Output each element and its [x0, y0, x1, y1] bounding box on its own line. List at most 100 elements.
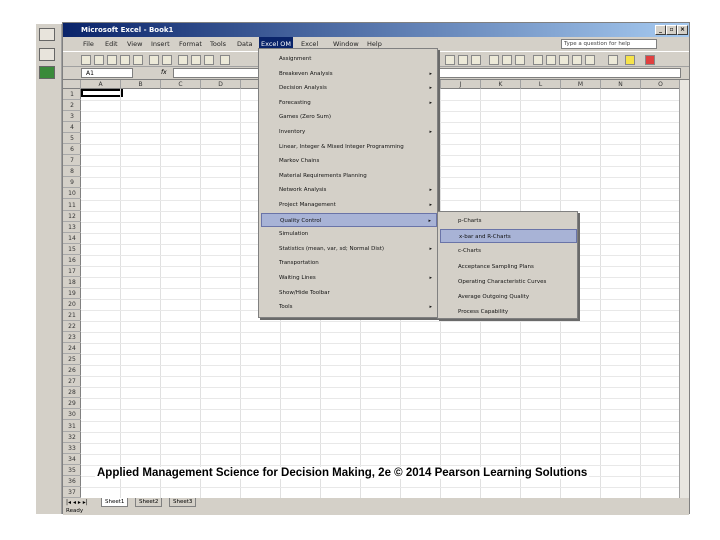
- column-header[interactable]: A: [81, 80, 121, 89]
- submenu-item[interactable]: Average Outgoing Quality: [440, 290, 577, 304]
- menu-view[interactable]: View: [125, 37, 144, 51]
- menu-format[interactable]: Format: [177, 37, 204, 51]
- row-header[interactable]: 10: [63, 188, 81, 200]
- align-center-icon[interactable]: [502, 55, 512, 65]
- row-header[interactable]: 11: [63, 200, 81, 211]
- row-header[interactable]: 6: [63, 144, 81, 156]
- row-header[interactable]: 15: [63, 244, 81, 255]
- increase-decimal-icon[interactable]: [572, 55, 582, 65]
- column-header[interactable]: L: [521, 80, 561, 89]
- close-button[interactable]: ×: [677, 25, 688, 35]
- menu-item[interactable]: Forecasting ▸: [261, 96, 437, 110]
- menu-item[interactable]: Project Management ▸: [261, 198, 437, 212]
- column-header[interactable]: B: [121, 80, 161, 89]
- row-header[interactable]: 34: [63, 454, 81, 465]
- underline-icon[interactable]: [471, 55, 481, 65]
- sheet-tab-3[interactable]: Sheet3: [169, 498, 197, 507]
- row-header[interactable]: 37: [63, 487, 81, 498]
- sheet-tab-2[interactable]: Sheet2: [135, 498, 163, 507]
- menu-item[interactable]: Games (Zero Sum): [261, 110, 437, 124]
- menu-item[interactable]: Transportation: [261, 256, 437, 270]
- vertical-scrollbar[interactable]: [679, 80, 689, 498]
- submenu-item[interactable]: Process Capability: [440, 305, 577, 319]
- row-header[interactable]: 25: [63, 354, 81, 366]
- row-header[interactable]: 31: [63, 421, 81, 432]
- row-header[interactable]: 26: [63, 365, 81, 377]
- menu-item[interactable]: Inventory ▸: [261, 125, 437, 139]
- menu-item[interactable]: Simulation: [261, 227, 437, 241]
- minimize-button[interactable]: _: [655, 25, 666, 35]
- help-search-input[interactable]: Type a question for help: [561, 39, 657, 49]
- row-header[interactable]: 18: [63, 277, 81, 288]
- menu-item[interactable]: Waiting Lines ▸: [261, 271, 437, 285]
- menu-data[interactable]: Data: [235, 37, 255, 51]
- align-left-icon[interactable]: [489, 55, 499, 65]
- menu-item[interactable]: Tools ▸: [261, 300, 437, 314]
- open-icon[interactable]: [94, 55, 104, 65]
- row-header[interactable]: 33: [63, 443, 81, 454]
- row-header[interactable]: 32: [63, 432, 81, 443]
- row-header[interactable]: 2: [63, 100, 81, 112]
- print-icon[interactable]: [120, 55, 130, 65]
- paste-icon[interactable]: [204, 55, 214, 65]
- submenu-item[interactable]: p-Charts: [440, 214, 577, 228]
- row-header[interactable]: 3: [63, 111, 81, 123]
- menu-item[interactable]: Breakeven Analysis ▸: [261, 67, 437, 81]
- column-header[interactable]: C: [161, 80, 201, 89]
- row-header[interactable]: 5: [63, 133, 81, 145]
- undo-icon[interactable]: [220, 55, 230, 65]
- submenu-item[interactable]: Operating Characteristic Curves: [440, 275, 577, 289]
- menu-item[interactable]: Network Analysis ▸: [261, 183, 437, 197]
- menu-item[interactable]: Statistics (mean, var, sd; Normal Dist) ▸: [261, 242, 437, 256]
- select-all-corner[interactable]: [63, 80, 81, 89]
- research-icon[interactable]: [162, 55, 172, 65]
- row-header[interactable]: 1: [63, 89, 81, 101]
- menu-item[interactable]: Material Requirements Planning: [261, 169, 437, 183]
- row-header[interactable]: 12: [63, 211, 81, 222]
- excel-om-icon[interactable]: [39, 66, 55, 79]
- toolbar-icon[interactable]: [39, 48, 55, 61]
- row-header[interactable]: 35: [63, 465, 81, 476]
- row-header[interactable]: 22: [63, 321, 81, 333]
- menu-item[interactable]: Show/Hide Toolbar: [261, 286, 437, 300]
- print-preview-icon[interactable]: [133, 55, 143, 65]
- fill-color-icon[interactable]: [625, 55, 635, 65]
- row-header[interactable]: 28: [63, 387, 81, 399]
- row-header[interactable]: 8: [63, 166, 81, 178]
- submenu-item[interactable]: x-bar and R-Charts: [440, 229, 577, 244]
- save-icon[interactable]: [107, 55, 117, 65]
- menu-item[interactable]: Decision Analysis ▸: [261, 81, 437, 95]
- restore-button[interactable]: ▫: [666, 25, 677, 35]
- row-header[interactable]: 13: [63, 222, 81, 233]
- spelling-icon[interactable]: [149, 55, 159, 65]
- comma-icon[interactable]: [559, 55, 569, 65]
- row-header[interactable]: 21: [63, 310, 81, 322]
- row-header[interactable]: 29: [63, 398, 81, 410]
- align-right-icon[interactable]: [515, 55, 525, 65]
- row-header[interactable]: 9: [63, 177, 81, 189]
- menu-item[interactable]: Linear, Integer & Mixed Integer Programm…: [261, 140, 437, 154]
- menu-insert[interactable]: Insert: [149, 37, 172, 51]
- row-header[interactable]: 14: [63, 233, 81, 244]
- menu-edit[interactable]: Edit: [103, 37, 120, 51]
- fx-icon[interactable]: fx: [161, 68, 167, 78]
- row-header[interactable]: 7: [63, 155, 81, 167]
- submenu-item[interactable]: Acceptance Sampling Plans: [440, 260, 577, 274]
- column-header[interactable]: D: [201, 80, 241, 89]
- menu-item[interactable]: Assignment: [261, 52, 437, 66]
- currency-icon[interactable]: [533, 55, 543, 65]
- indent-icon[interactable]: [585, 55, 595, 65]
- menu-item[interactable]: Quality Control ▸: [261, 212, 437, 227]
- submenu-item[interactable]: c-Charts: [440, 244, 577, 258]
- sheet-nav-buttons[interactable]: |◂ ◂ ▸ ▸|: [66, 498, 88, 507]
- row-header[interactable]: 30: [63, 409, 81, 421]
- menu-tools[interactable]: Tools: [208, 37, 228, 51]
- row-header[interactable]: 16: [63, 255, 81, 266]
- active-cell[interactable]: [81, 89, 123, 97]
- sheet-tab-1[interactable]: Sheet1: [101, 498, 129, 507]
- cut-icon[interactable]: [178, 55, 188, 65]
- bold-icon[interactable]: [445, 55, 455, 65]
- row-header[interactable]: 24: [63, 343, 81, 355]
- percent-icon[interactable]: [546, 55, 556, 65]
- menu-file[interactable]: File: [81, 37, 96, 51]
